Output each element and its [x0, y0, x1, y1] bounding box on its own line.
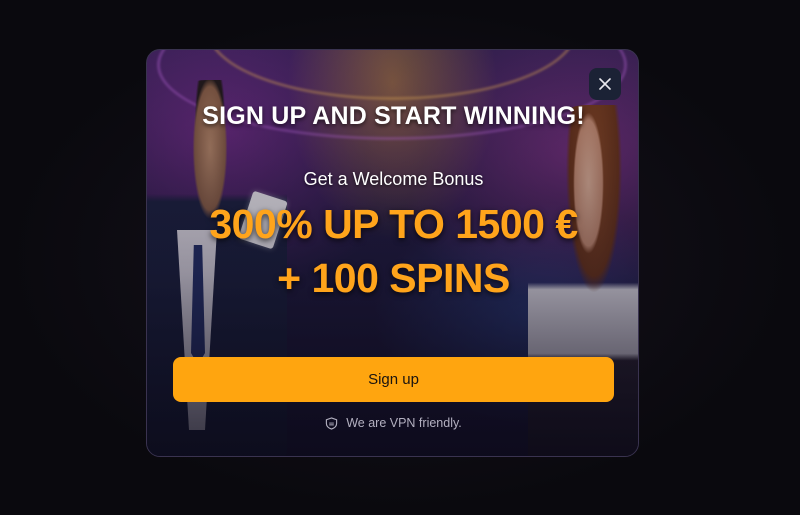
- vpn-notice: We are VPN friendly.: [147, 416, 638, 430]
- modal-headline: SIGN UP AND START WINNING!: [202, 102, 585, 130]
- close-button[interactable]: [589, 68, 621, 100]
- bonus-amount: 300% UP TO 1500 €: [209, 201, 578, 247]
- welcome-bonus-modal: SIGN UP AND START WINNING! Get a Welcome…: [146, 49, 639, 457]
- bonus-spins: + 100 SPINS: [277, 255, 510, 301]
- shield-icon: [326, 416, 338, 430]
- modal-subheadline: Get a Welcome Bonus: [303, 169, 484, 189]
- close-icon: [599, 78, 611, 90]
- signup-button[interactable]: Sign up: [173, 357, 614, 402]
- vpn-notice-text: We are VPN friendly.: [346, 416, 462, 430]
